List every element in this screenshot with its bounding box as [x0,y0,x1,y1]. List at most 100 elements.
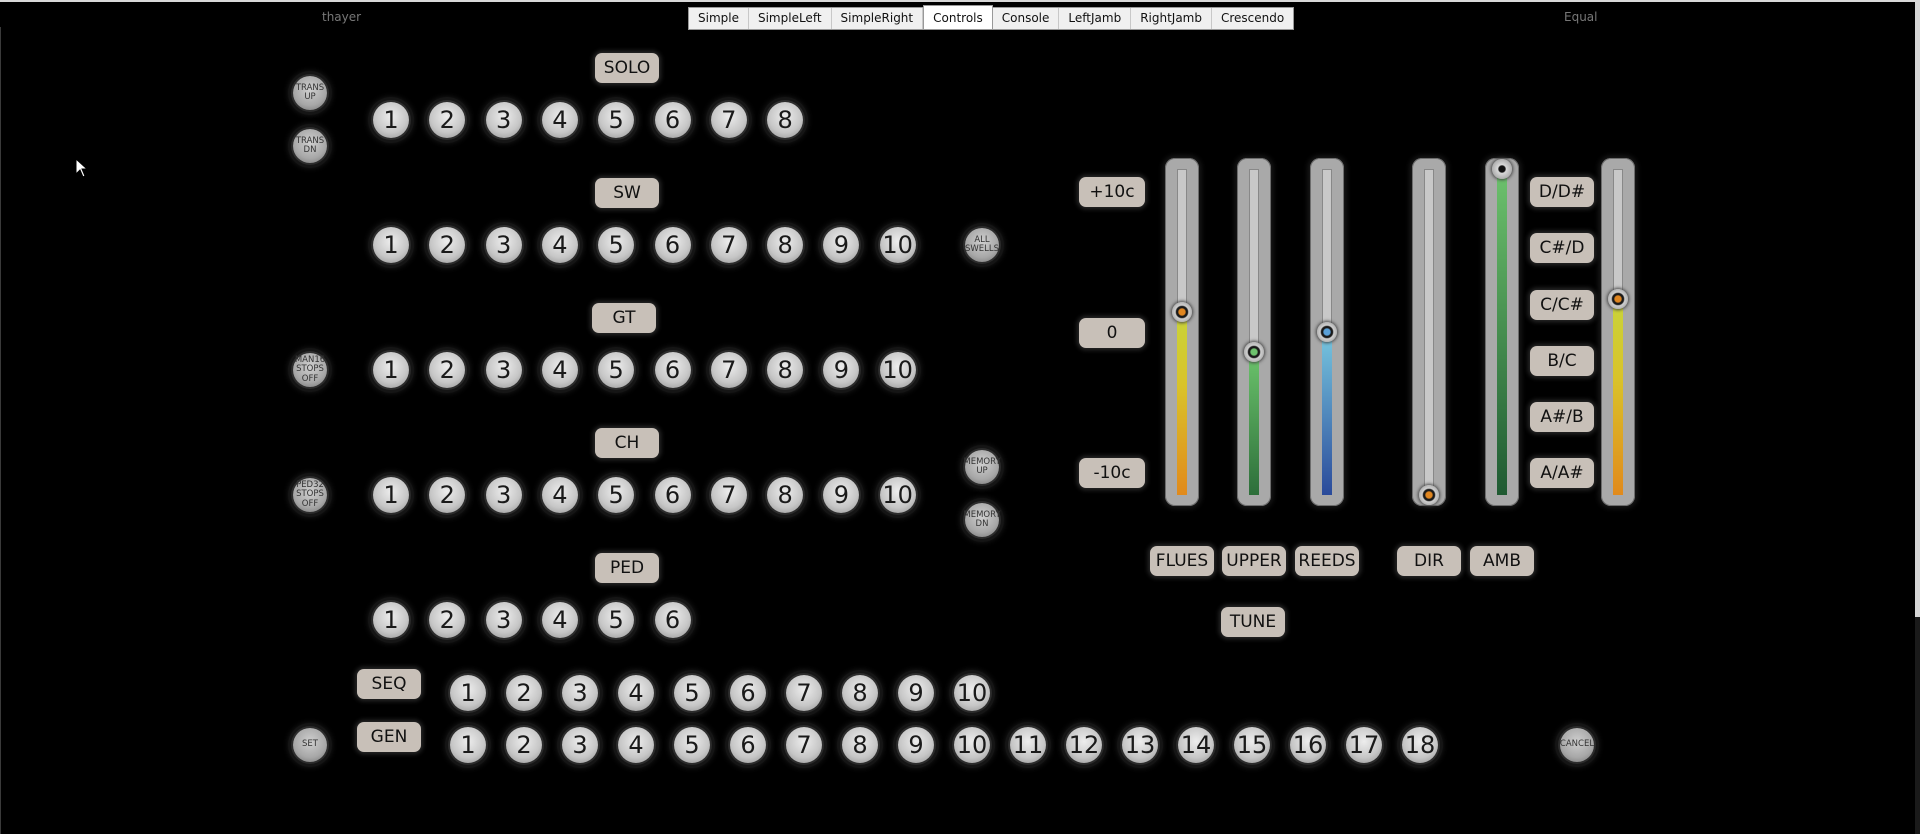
ch-piston-5[interactable]: 5 [598,477,635,513]
dir-slider[interactable] [1412,158,1446,506]
seq-piston-9[interactable]: 9 [898,675,934,711]
amb-slider-handle[interactable] [1492,159,1512,179]
cancel-button[interactable]: CANCEL [1560,728,1594,762]
seq-piston-5[interactable]: 5 [674,675,710,711]
temperament-button-5[interactable]: A/A# [1530,458,1594,488]
ch-piston-10[interactable]: 10 [879,477,916,513]
division-label-solo[interactable]: SOLO [595,53,659,83]
sw-piston-5[interactable]: 5 [598,227,635,263]
trans-dn-button[interactable]: TRANS DN [293,129,327,163]
memory-up-button[interactable]: MEMORY UP [963,450,1001,484]
solo-piston-7[interactable]: 7 [710,102,747,138]
sw-piston-1[interactable]: 1 [373,227,409,263]
ped-piston-3[interactable]: 3 [485,602,522,638]
gt-piston-10[interactable]: 10 [879,352,916,388]
gen-piston-5[interactable]: 5 [674,727,710,763]
solo-piston-4[interactable]: 4 [541,102,578,138]
solo-piston-6[interactable]: 6 [654,102,691,138]
gt-piston-7[interactable]: 7 [710,352,747,388]
solo-piston-2[interactable]: 2 [429,102,466,138]
ped32-button[interactable]: PED32 STOPS OFF [293,478,327,512]
solo-piston-1[interactable]: 1 [373,102,409,138]
temperament-button-3[interactable]: B/C [1530,346,1594,376]
all-swells-button[interactable]: ALL SWELLS [965,228,999,262]
seq-piston-4[interactable]: 4 [618,675,654,711]
sw-piston-7[interactable]: 7 [710,227,747,263]
temper-slider[interactable] [1601,158,1635,506]
gen-piston-7[interactable]: 7 [786,727,822,763]
gen-piston-17[interactable]: 17 [1346,727,1382,763]
sw-piston-3[interactable]: 3 [485,227,522,263]
seq-piston-7[interactable]: 7 [786,675,822,711]
seq-piston-10[interactable]: 10 [954,675,990,711]
tuning-label-0[interactable]: +10c [1079,177,1145,207]
gt-piston-6[interactable]: 6 [654,352,691,388]
gen-piston-18[interactable]: 18 [1402,727,1438,763]
solo-piston-5[interactable]: 5 [598,102,635,138]
division-label-ch[interactable]: CH [595,428,659,458]
ped-piston-1[interactable]: 1 [373,602,409,638]
temperament-button-0[interactable]: D/D# [1530,177,1594,207]
solo-piston-3[interactable]: 3 [485,102,522,138]
division-label-sw[interactable]: SW [595,178,659,208]
division-label-ped[interactable]: PED [595,553,659,583]
gt-piston-8[interactable]: 8 [767,352,804,388]
seq-piston-8[interactable]: 8 [842,675,878,711]
sw-piston-2[interactable]: 2 [429,227,466,263]
gen-piston-9[interactable]: 9 [898,727,934,763]
sw-piston-9[interactable]: 9 [823,227,860,263]
temperament-button-4[interactable]: A#/B [1530,402,1594,432]
upper-slider[interactable] [1237,158,1271,506]
seq-label[interactable]: SEQ [357,669,421,699]
gen-piston-3[interactable]: 3 [562,727,598,763]
gen-piston-14[interactable]: 14 [1178,727,1214,763]
ch-piston-7[interactable]: 7 [710,477,747,513]
man16-button[interactable]: MAN16 STOPS OFF [293,353,327,387]
seq-piston-3[interactable]: 3 [562,675,598,711]
seq-piston-2[interactable]: 2 [506,675,542,711]
ped-piston-6[interactable]: 6 [654,602,691,638]
ch-piston-6[interactable]: 6 [654,477,691,513]
amb-slider[interactable] [1485,158,1519,506]
ch-piston-9[interactable]: 9 [823,477,860,513]
memory-dn-button[interactable]: MEMORY DN [963,503,1001,537]
gen-piston-12[interactable]: 12 [1066,727,1102,763]
solo-piston-8[interactable]: 8 [767,102,804,138]
upper-slider-handle[interactable] [1244,341,1264,362]
dir-slider-handle[interactable] [1419,485,1439,505]
gen-piston-10[interactable]: 10 [954,727,990,763]
temperament-button-1[interactable]: C#/D [1530,233,1594,263]
seq-piston-6[interactable]: 6 [730,675,766,711]
tuning-label-2[interactable]: -10c [1079,458,1145,488]
flues-slider[interactable] [1165,158,1199,506]
gen-piston-4[interactable]: 4 [618,727,654,763]
gen-piston-2[interactable]: 2 [506,727,542,763]
ch-piston-1[interactable]: 1 [373,477,409,513]
temper-slider-handle[interactable] [1608,289,1628,310]
gen-piston-6[interactable]: 6 [730,727,766,763]
ped-piston-4[interactable]: 4 [541,602,578,638]
gen-label[interactable]: GEN [357,722,421,752]
flues-slider-handle[interactable] [1172,302,1192,323]
sw-piston-10[interactable]: 10 [879,227,916,263]
sw-piston-6[interactable]: 6 [654,227,691,263]
gen-piston-8[interactable]: 8 [842,727,878,763]
gt-piston-4[interactable]: 4 [541,352,578,388]
reeds-slider[interactable] [1310,158,1344,506]
gen-piston-11[interactable]: 11 [1010,727,1046,763]
gt-piston-3[interactable]: 3 [485,352,522,388]
ch-piston-2[interactable]: 2 [429,477,466,513]
tuning-label-1[interactable]: 0 [1079,318,1145,348]
tune-button[interactable]: TUNE [1221,607,1285,637]
ch-piston-4[interactable]: 4 [541,477,578,513]
temperament-button-2[interactable]: C/C# [1530,290,1594,320]
dir-button[interactable]: DIR [1397,546,1461,576]
gen-piston-1[interactable]: 1 [450,727,486,763]
seq-piston-1[interactable]: 1 [450,675,486,711]
upper-button[interactable]: UPPER [1222,546,1286,576]
sw-piston-8[interactable]: 8 [767,227,804,263]
ch-piston-8[interactable]: 8 [767,477,804,513]
gt-piston-9[interactable]: 9 [823,352,860,388]
reeds-button[interactable]: REEDS [1295,546,1359,576]
set-button[interactable]: SET [293,728,327,762]
